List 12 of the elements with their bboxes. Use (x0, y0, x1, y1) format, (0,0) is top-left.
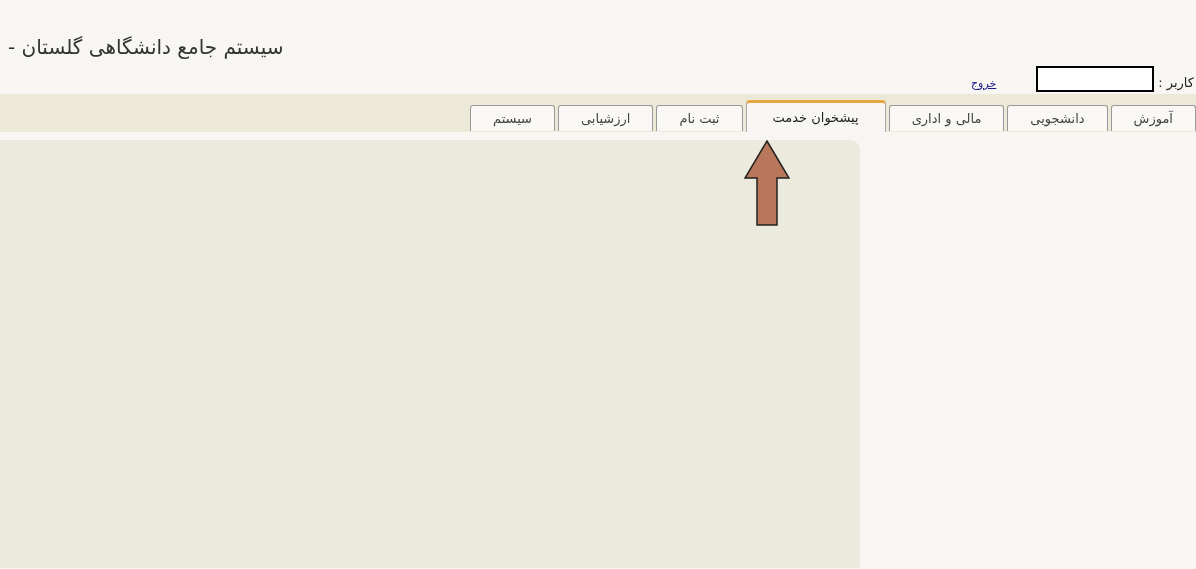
logout-link[interactable]: خروج (970, 75, 997, 93)
tab[interactable]: مالی و اداری (888, 105, 1005, 131)
tab[interactable]: پیشخوان خدمت (745, 100, 886, 132)
user-field[interactable] (1036, 66, 1155, 92)
tab[interactable]: ارزشیابی (558, 105, 654, 131)
tab[interactable]: آموزش (1110, 105, 1196, 131)
tab[interactable]: ثبت نام (656, 105, 743, 131)
user-label: کاربر : (1158, 74, 1194, 93)
app-title: سیستم جامع دانشگاهی گلستان - (8, 34, 284, 61)
tab[interactable]: دانشجویی (1007, 105, 1108, 131)
tab[interactable]: سیستم (470, 105, 555, 131)
arrow-icon (744, 140, 790, 226)
